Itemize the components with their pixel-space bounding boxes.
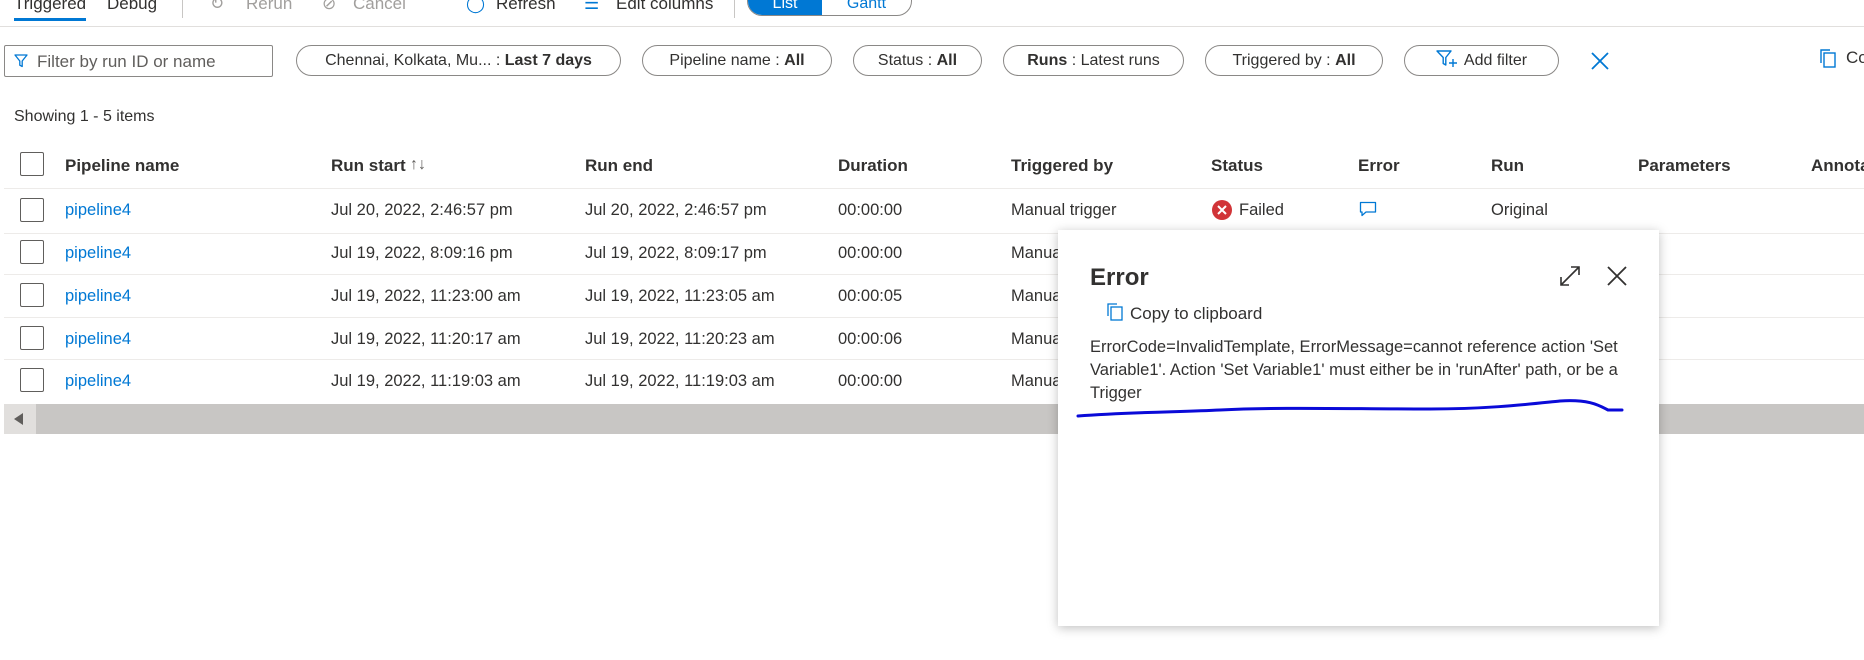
view-list-button[interactable]: List xyxy=(748,0,822,15)
run-end-cell: Jul 19, 2022, 11:19:03 am xyxy=(585,372,775,390)
triggered-by-cell: Manua xyxy=(1011,244,1062,262)
edit-columns-button[interactable]: Edit columns xyxy=(616,0,713,14)
region-filter-label: Chennai, Kolkata, Mu... xyxy=(325,52,492,69)
row-checkbox[interactable] xyxy=(20,368,44,392)
col-header-triggered-by[interactable]: Triggered by xyxy=(1011,156,1113,176)
run-start-cell: Jul 19, 2022, 11:19:03 am xyxy=(331,372,521,390)
error-dialog-title: Error xyxy=(1090,264,1149,291)
pipeline-link[interactable]: pipeline4 xyxy=(65,372,131,391)
chevron-left-icon xyxy=(14,413,23,425)
triggered-filter-value: All xyxy=(1335,52,1356,69)
add-filter-icon xyxy=(1436,50,1457,67)
toolbar-divider xyxy=(182,0,183,18)
triggered-by-cell: Manua xyxy=(1011,372,1062,390)
pipeline-link[interactable]: pipeline4 xyxy=(65,244,131,263)
triggered-filter-label: Triggered by xyxy=(1232,52,1322,69)
clipboard-icon xyxy=(1107,303,1123,321)
row-checkbox[interactable] xyxy=(20,283,44,307)
cancel-icon: ⊘ xyxy=(322,0,337,13)
pipeline-link[interactable]: pipeline4 xyxy=(65,287,131,306)
run-end-cell: Jul 19, 2022, 11:20:23 am xyxy=(585,330,775,348)
col-header-annotations[interactable]: Annota xyxy=(1811,156,1864,176)
item-count: Showing 1 - 5 items xyxy=(14,108,155,125)
rerun-button[interactable]: Rerun xyxy=(246,0,292,14)
col-header-pipeline[interactable]: Pipeline name xyxy=(65,156,179,176)
status-cell: Failed xyxy=(1239,201,1284,219)
row-checkbox[interactable] xyxy=(20,198,44,222)
search-box xyxy=(4,45,273,77)
add-filter-button[interactable]: Add filter xyxy=(1404,45,1559,76)
refresh-button[interactable]: Refresh xyxy=(496,0,556,14)
tab-debug[interactable]: Debug xyxy=(107,0,157,14)
edit-columns-icon: ☰ xyxy=(584,0,600,13)
annotation-underline xyxy=(1076,399,1624,418)
rerun-icon: ↻ xyxy=(210,0,225,13)
duration-cell: 00:00:06 xyxy=(838,330,903,348)
expand-icon[interactable] xyxy=(1558,264,1582,288)
pipeline-link[interactable]: pipeline4 xyxy=(65,330,131,349)
copy-to-clipboard-label: Copy to clipboard xyxy=(1130,304,1263,323)
filter-icon xyxy=(14,54,28,68)
sort-icon[interactable]: ↑↓ xyxy=(410,156,426,174)
region-filter-value: Last 7 days xyxy=(504,52,592,69)
run-end-cell: Jul 19, 2022, 8:09:17 pm xyxy=(585,244,767,262)
runs-filter-value: Latest runs xyxy=(1080,52,1160,69)
triggered-by-cell: Manua xyxy=(1011,287,1062,305)
runs-filter-label: Runs xyxy=(1027,52,1068,69)
clear-filters-icon[interactable] xyxy=(1590,51,1610,71)
pipeline-filter-value: All xyxy=(784,52,805,69)
toolbar-divider xyxy=(734,0,735,18)
run-start-cell: Jul 19, 2022, 11:23:00 am xyxy=(331,287,521,305)
col-header-parameters[interactable]: Parameters xyxy=(1638,156,1731,176)
run-start-cell: Jul 19, 2022, 8:09:16 pm xyxy=(331,244,513,262)
triggered-filter-pill[interactable]: Triggered by : All xyxy=(1205,45,1383,76)
pipeline-link[interactable]: pipeline4 xyxy=(65,201,131,220)
duration-cell: 00:00:00 xyxy=(838,372,903,390)
status-filter-label: Status xyxy=(877,52,924,69)
col-header-error[interactable]: Error xyxy=(1358,156,1400,176)
view-toggle: List Gantt xyxy=(747,0,912,16)
triggered-by-cell: Manua xyxy=(1011,330,1062,348)
status-filter-value: All xyxy=(936,52,958,69)
add-filter-label: Add filter xyxy=(1463,52,1528,69)
row-checkbox[interactable] xyxy=(20,326,44,350)
run-type-cell: Original xyxy=(1491,201,1548,219)
col-header-run-start[interactable]: Run start xyxy=(331,156,406,176)
col-header-run-end[interactable]: Run end xyxy=(585,156,653,176)
duration-cell: 00:00:00 xyxy=(838,244,903,262)
row-checkbox[interactable] xyxy=(20,240,44,264)
select-all-checkbox[interactable] xyxy=(20,152,44,176)
scroll-left-button[interactable] xyxy=(4,404,36,434)
region-filter-pill[interactable]: Chennai, Kolkata, Mu... : Last 7 days xyxy=(296,45,621,76)
cancel-button[interactable]: Cancel xyxy=(353,0,406,14)
error-message-icon[interactable] xyxy=(1359,201,1377,217)
duration-cell: 00:00:00 xyxy=(838,201,903,219)
status-filter-pill[interactable]: Status : All xyxy=(853,45,982,76)
view-gantt-button[interactable]: Gantt xyxy=(822,0,911,15)
tab-triggered[interactable]: Triggered xyxy=(14,0,87,21)
col-header-status[interactable]: Status xyxy=(1211,156,1263,176)
run-end-cell: Jul 20, 2022, 2:46:57 pm xyxy=(585,201,767,219)
duration-cell: 00:00:05 xyxy=(838,287,903,305)
close-icon[interactable] xyxy=(1605,264,1629,288)
copy-icon xyxy=(1820,49,1836,68)
col-header-duration[interactable]: Duration xyxy=(838,156,908,176)
run-start-cell: Jul 19, 2022, 11:20:17 am xyxy=(331,330,521,348)
runs-filter-pill[interactable]: Runs : Latest runs xyxy=(1003,45,1184,76)
col-header-run[interactable]: Run xyxy=(1491,156,1524,176)
row-divider xyxy=(4,188,1864,189)
copy-button[interactable]: Co xyxy=(1846,48,1864,68)
run-start-cell: Jul 20, 2022, 2:46:57 pm xyxy=(331,201,513,219)
search-input[interactable] xyxy=(35,49,269,75)
refresh-icon: ◯ xyxy=(466,0,486,13)
triggered-by-cell: Manual trigger xyxy=(1011,201,1117,219)
failed-status-icon xyxy=(1212,200,1232,220)
pipeline-filter-label: Pipeline name xyxy=(669,52,771,69)
copy-to-clipboard-button[interactable]: Copy to clipboard xyxy=(1106,302,1262,324)
run-end-cell: Jul 19, 2022, 11:23:05 am xyxy=(585,287,775,305)
pipeline-filter-pill[interactable]: Pipeline name : All xyxy=(642,45,832,76)
toolbar: Triggered Debug ↻ Rerun ⊘ Cancel ◯ Refre… xyxy=(0,0,1864,27)
